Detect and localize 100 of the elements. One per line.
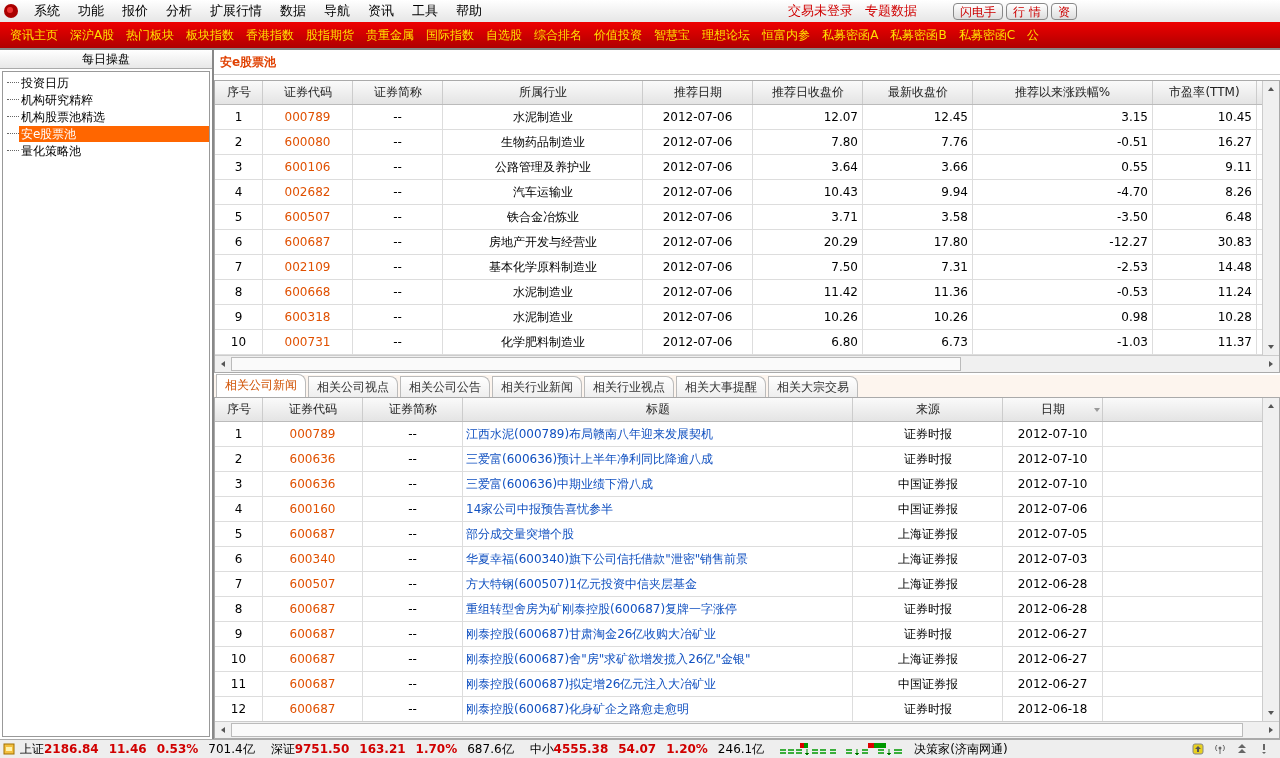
- menu-item[interactable]: 系统: [25, 2, 69, 20]
- tab[interactable]: 相关公司视点: [308, 376, 398, 397]
- nav-link[interactable]: 热门板块: [120, 26, 181, 44]
- toolbar-button[interactable]: 闪电手: [953, 2, 1004, 20]
- quick-link[interactable]: 专题数据: [859, 2, 924, 20]
- table-cell: 000789: [263, 422, 363, 446]
- nav-link[interactable]: 公: [1021, 26, 1046, 44]
- news-link[interactable]: 华夏幸福(600340)旗下公司信托借款"泄密"销售前景: [463, 547, 853, 571]
- menu-item[interactable]: 导航: [315, 2, 359, 20]
- news-link[interactable]: 14家公司中报预告喜忧参半: [463, 497, 853, 521]
- menu-item[interactable]: 功能: [69, 2, 113, 20]
- table-cell: 房地产开发与经营业: [443, 230, 643, 254]
- nav-link[interactable]: 智慧宝: [648, 26, 697, 44]
- tab[interactable]: 相关大宗交易: [768, 376, 858, 397]
- table-cell: 证券时报: [853, 622, 1003, 646]
- nav-link[interactable]: 板块指数: [180, 26, 241, 44]
- table-cell: 2: [215, 130, 263, 154]
- tree-item[interactable]: 投资日历: [19, 74, 209, 91]
- table-cell: 1: [215, 422, 263, 446]
- menu-item[interactable]: 帮助: [447, 2, 491, 20]
- table-cell: 2012-06-28: [1003, 572, 1103, 596]
- column-header[interactable]: 来源: [853, 398, 1003, 421]
- nav-link[interactable]: 综合排名: [528, 26, 589, 44]
- news-link[interactable]: 方大特钢(600507)1亿元投资中信夹层基金: [463, 572, 853, 596]
- table-cell: 4: [215, 180, 263, 204]
- column-header[interactable]: 市盈率(TTM): [1153, 81, 1257, 104]
- nav-link[interactable]: 私募密函B: [884, 26, 953, 44]
- nav-link[interactable]: 股指期货: [300, 26, 361, 44]
- sidebar-title: 每日操盘: [0, 50, 212, 69]
- nav-link[interactable]: 恒富内参: [756, 26, 817, 44]
- column-header[interactable]: 推荐日收盘价: [753, 81, 863, 104]
- table-cell: 2012-07-06: [643, 330, 753, 354]
- nav-link[interactable]: 自选股: [480, 26, 529, 44]
- menu-item[interactable]: 数据: [271, 2, 315, 20]
- nav-link[interactable]: 私募密函C: [952, 26, 1022, 44]
- column-header[interactable]: 序号: [215, 398, 263, 421]
- table-cell: 11.42: [753, 280, 863, 304]
- nav-link[interactable]: 深沪A股: [64, 26, 121, 44]
- tab[interactable]: 相关公司公告: [400, 376, 490, 397]
- column-header[interactable]: 标题: [463, 398, 853, 421]
- column-header[interactable]: 推荐以来涨跌幅%: [973, 81, 1153, 104]
- table-cell: 水泥制造业: [443, 280, 643, 304]
- tab[interactable]: 相关行业视点: [584, 376, 674, 397]
- column-header[interactable]: 所属行业: [443, 81, 643, 104]
- nav-link[interactable]: 理想论坛: [696, 26, 757, 44]
- menu-item[interactable]: 扩展行情: [201, 2, 271, 20]
- nav-link[interactable]: 香港指数: [240, 26, 301, 44]
- nav-link[interactable]: 国际指数: [420, 26, 481, 44]
- news-link[interactable]: 刚泰控股(600687)舍"房"求矿欲增发揽入26亿"金银": [463, 647, 853, 671]
- table-cell: 水泥制造业: [443, 105, 643, 129]
- table-cell: 000731: [263, 330, 353, 354]
- table-cell: 5: [215, 522, 263, 546]
- table-cell: 上海证券报: [853, 647, 1003, 671]
- table-cell: 3: [215, 155, 263, 179]
- news-link[interactable]: 部分成交量突增个股: [463, 522, 853, 546]
- news-link[interactable]: 三爱富(600636)中期业绩下滑八成: [463, 472, 853, 496]
- news-link[interactable]: 三爱富(600636)预计上半年净利同比降逾八成: [463, 447, 853, 471]
- news-link[interactable]: 江西水泥(000789)布局赣南八年迎来发展契机: [463, 422, 853, 446]
- index-name: 中小: [529, 740, 554, 758]
- table-cell: 11.36: [863, 280, 973, 304]
- nav-link[interactable]: 价值投资: [588, 26, 649, 44]
- nav-link[interactable]: 资讯主页: [4, 26, 64, 44]
- tree-item[interactable]: 机构研究精粹: [19, 91, 209, 108]
- table-cell: --: [363, 547, 463, 571]
- quick-link[interactable]: 交易未登录: [782, 2, 860, 20]
- tab[interactable]: 相关公司新闻: [216, 374, 306, 397]
- tab[interactable]: 相关大事提醒: [676, 376, 766, 397]
- news-link[interactable]: 重组转型舍房为矿刚泰控股(600687)复牌一字涨停: [463, 597, 853, 621]
- nav-link[interactable]: 私募密函A: [816, 26, 885, 44]
- table-cell: 600507: [263, 205, 353, 229]
- tab[interactable]: 相关行业新闻: [492, 376, 582, 397]
- menu-item[interactable]: 工具: [403, 2, 447, 20]
- index-volume: 701.4亿: [208, 740, 255, 758]
- menu-item[interactable]: 报价: [113, 2, 157, 20]
- table-cell: 002682: [263, 180, 353, 204]
- column-header[interactable]: 推荐日期: [643, 81, 753, 104]
- column-header[interactable]: 证券代码: [263, 81, 353, 104]
- table-cell: 17.80: [863, 230, 973, 254]
- table-cell: 证券时报: [853, 447, 1003, 471]
- menu-item[interactable]: 资讯: [359, 2, 403, 20]
- nav-link[interactable]: 贵重金属: [360, 26, 421, 44]
- menu-item[interactable]: 分析: [157, 2, 201, 20]
- tree-item[interactable]: 量化策略池: [19, 142, 209, 159]
- news-link[interactable]: 刚泰控股(600687)甘肃淘金26亿收购大冶矿业: [463, 622, 853, 646]
- index-change: 11.46: [108, 742, 147, 756]
- column-header[interactable]: 证券简称: [353, 81, 443, 104]
- table-cell: 4: [215, 497, 263, 521]
- tree-item[interactable]: 机构股票池精选: [19, 108, 209, 125]
- news-link[interactable]: 刚泰控股(600687)拟定增26亿元注入大冶矿业: [463, 672, 853, 696]
- column-header[interactable]: 序号: [215, 81, 263, 104]
- column-header[interactable]: 证券简称: [363, 398, 463, 421]
- table-cell: --: [363, 422, 463, 446]
- table-cell: 水泥制造业: [443, 305, 643, 329]
- column-header[interactable]: 最新收盘价: [863, 81, 973, 104]
- toolbar-button[interactable]: 资: [1051, 2, 1077, 20]
- toolbar-button[interactable]: 行 情: [1006, 2, 1048, 20]
- table-cell: 600687: [263, 622, 363, 646]
- column-header[interactable]: 证券代码: [263, 398, 363, 421]
- table-cell: 600160: [263, 497, 363, 521]
- table-cell: --: [363, 672, 463, 696]
